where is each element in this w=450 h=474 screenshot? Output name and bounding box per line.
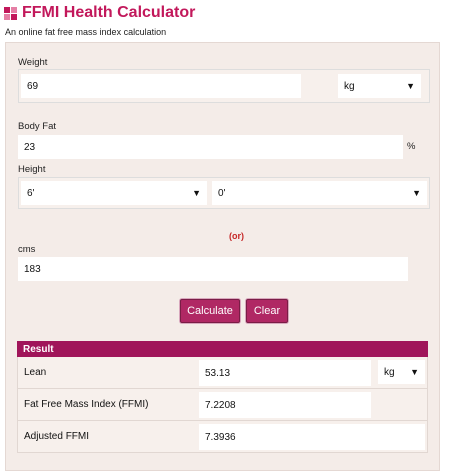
- height-inches-select[interactable]: 0' ▼: [212, 181, 427, 205]
- adjusted-ffmi-value: 7.3936: [199, 424, 425, 450]
- page-subtitle: An online fat free mass index calculatio…: [5, 27, 167, 37]
- page-title: FFMI Health Calculator: [22, 4, 196, 21]
- result-header: Result: [17, 341, 428, 357]
- lean-unit-value: kg: [384, 366, 395, 378]
- bodyfat-label: Body Fat: [18, 121, 57, 132]
- ffmi-label: Fat Free Mass Index (FFMI): [24, 399, 149, 410]
- lean-value: 53.13: [199, 360, 371, 386]
- or-separator: (or): [229, 231, 244, 241]
- calculate-button[interactable]: Calculate: [180, 299, 240, 323]
- chevron-down-icon: ▼: [412, 188, 421, 198]
- chevron-down-icon: ▼: [406, 81, 415, 91]
- weight-unit-select[interactable]: kg ▼: [338, 74, 421, 98]
- app-header: FFMI Health Calculator: [4, 3, 195, 23]
- bodyfat-unit: %: [407, 141, 416, 152]
- cms-label: cms: [18, 244, 36, 255]
- lean-label: Lean: [24, 367, 47, 378]
- pink-grid-icon: [4, 6, 17, 20]
- result-row-lean: Lean 53.13 kg ▼: [17, 357, 428, 389]
- adjusted-ffmi-label: Adjusted FFMI: [24, 431, 90, 442]
- weight-group: 69 kg ▼: [18, 69, 430, 103]
- bodyfat-input[interactable]: 23: [18, 135, 403, 159]
- height-group: 6' ▼ 0' ▼: [18, 177, 430, 209]
- weight-unit-value: kg: [344, 80, 355, 92]
- chevron-down-icon: ▼: [192, 188, 201, 198]
- height-label: Height: [18, 164, 46, 175]
- height-inches-value: 0': [218, 187, 226, 199]
- height-feet-value: 6': [27, 187, 35, 199]
- ffmi-value: 7.2208: [199, 392, 371, 418]
- lean-unit-select[interactable]: kg ▼: [378, 360, 425, 384]
- height-feet-select[interactable]: 6' ▼: [21, 181, 207, 205]
- clear-button[interactable]: Clear: [246, 299, 288, 323]
- result-row-adjusted: Adjusted FFMI 7.3936: [17, 421, 428, 453]
- chevron-down-icon: ▼: [410, 367, 419, 377]
- result-row-ffmi: Fat Free Mass Index (FFMI) 7.2208: [17, 389, 428, 421]
- weight-label: Weight: [18, 57, 48, 68]
- weight-input[interactable]: 69: [21, 74, 301, 98]
- cms-input[interactable]: 183: [18, 257, 408, 281]
